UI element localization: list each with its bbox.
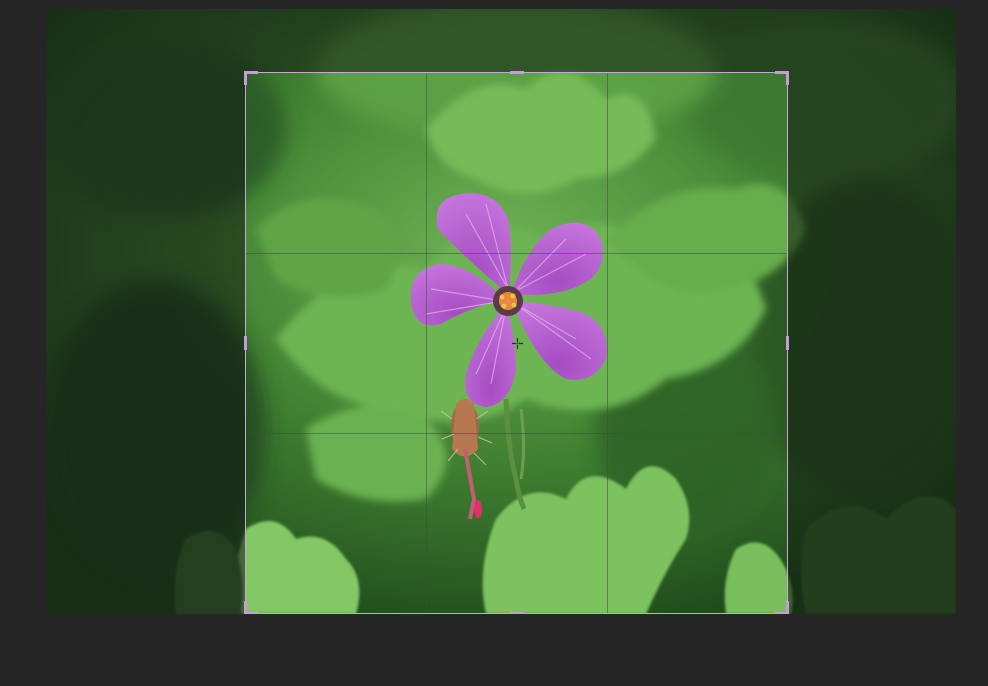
crop-handle-bottom-left-icon[interactable] <box>244 601 258 614</box>
image-editor-crop-view <box>0 0 988 686</box>
crop-frame[interactable] <box>244 71 789 614</box>
crop-handle-top-left-icon[interactable] <box>244 71 258 85</box>
crosshair-icon <box>511 338 523 349</box>
crop-handle-left-icon[interactable] <box>244 336 247 350</box>
photo-canvas[interactable] <box>46 9 956 614</box>
thirds-grid-line-vertical-1 <box>426 73 427 613</box>
crop-handle-top-icon[interactable] <box>509 71 524 74</box>
crop-handle-top-right-icon[interactable] <box>775 71 789 85</box>
thirds-grid-line-horizontal-2 <box>246 433 787 434</box>
bottom-empty-area <box>0 614 988 686</box>
crop-handle-right-icon[interactable] <box>786 336 789 350</box>
thirds-grid-line-vertical-2 <box>607 73 608 613</box>
crop-handle-bottom-right-icon[interactable] <box>775 601 789 614</box>
thirds-grid-line-horizontal-1 <box>246 253 787 254</box>
